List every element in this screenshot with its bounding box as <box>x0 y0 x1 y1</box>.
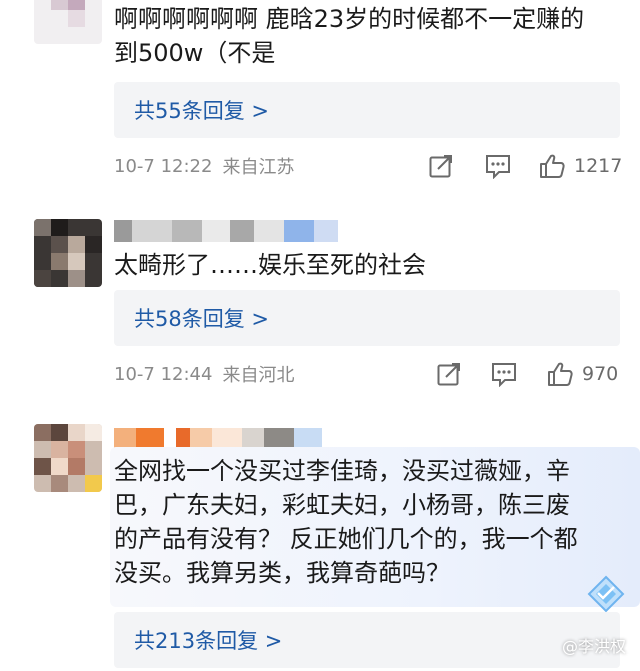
watermark-text: @李洪权 <box>561 637 626 656</box>
comment-line: 全网找一个没买过李佳琦，没买过薇娅，辛 <box>114 457 570 485</box>
share-icon <box>437 363 460 386</box>
timestamp: 10-7 12:22 <box>114 155 213 177</box>
share-button[interactable] <box>436 359 462 389</box>
timestamp: 10-7 12:44 <box>114 363 213 385</box>
comment-meta: 10-7 12:22 来自江苏 <box>114 151 294 181</box>
reply-count-label: 共55条回复 > <box>134 99 269 123</box>
location: 来自江苏 <box>222 157 295 178</box>
share-button[interactable] <box>428 151 454 181</box>
comment-line: 到500w（不是 <box>114 39 276 67</box>
view-replies-button[interactable]: 共58条回复 > <box>114 290 620 346</box>
comment-button[interactable] <box>484 151 512 181</box>
comment-line: 太畸形了……娱乐至死的社会 <box>114 251 426 279</box>
avatar[interactable] <box>34 0 102 44</box>
view-replies-button[interactable]: 共55条回复 > <box>114 82 620 138</box>
reply-count-label: 共58条回复 > <box>134 307 269 331</box>
like-count: 970 <box>582 363 619 385</box>
comment-feed: 啊啊啊啊啊啊 鹿晗23岁的时候都不一定赚的 到500w（不是 共55条回复 > … <box>0 0 640 671</box>
like-button[interactable]: 970 <box>546 359 618 389</box>
comment-line: 巴，广东夫妇，彩虹夫妇，小杨哥，陈三废 <box>114 491 570 519</box>
comment-line: 的产品有没有？ 反正她们几个的，我一个都 <box>114 525 578 553</box>
view-replies-button[interactable]: 共213条回复 > <box>114 612 620 668</box>
comment-body: 全网找一个没买过李佳琦，没买过薇娅，辛 巴，广东夫妇，彩虹夫妇，小杨哥，陈三废 … <box>114 454 578 590</box>
avatar[interactable] <box>34 219 102 287</box>
avatar[interactable] <box>34 424 102 492</box>
comment-icon <box>486 155 510 179</box>
share-icon <box>429 155 452 178</box>
comment-body: 啊啊啊啊啊啊 鹿晗23岁的时候都不一定赚的 到500w（不是 <box>114 2 584 70</box>
thumbs-up-icon <box>548 362 573 386</box>
comment-line: 没买。我算另类，我算奇葩吗？ <box>114 559 450 587</box>
comment-icon <box>492 363 516 387</box>
watermark: @李洪权 <box>562 633 626 657</box>
comment-meta: 10-7 12:44 来自河北 <box>114 359 294 389</box>
username-blurred[interactable] <box>114 218 338 244</box>
reply-count-label: 共213条回复 > <box>134 629 283 653</box>
comment-button[interactable] <box>490 359 518 389</box>
like-count: 1217 <box>574 155 623 177</box>
thumbs-up-icon <box>540 154 565 178</box>
diamond-badge-icon <box>587 575 625 613</box>
location: 来自河北 <box>222 365 295 386</box>
comment-line: 啊啊啊啊啊啊 鹿晗23岁的时候都不一定赚的 <box>114 5 585 33</box>
comment-body: 太畸形了……娱乐至死的社会 <box>114 248 426 282</box>
like-button[interactable]: 1217 <box>538 151 622 181</box>
